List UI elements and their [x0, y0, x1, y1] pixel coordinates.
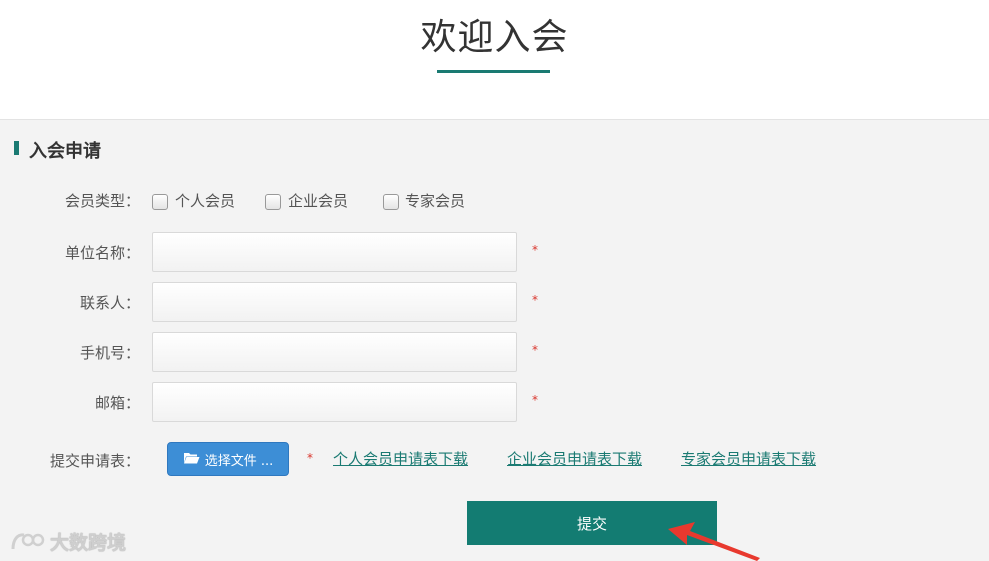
download-expert-form-link[interactable]: 专家会员申请表下载	[681, 448, 816, 469]
page-title: 欢迎入会	[420, 17, 569, 58]
contact-person-label: 联系人：	[79, 294, 140, 312]
choose-file-label: 选择文件 ...	[204, 453, 274, 469]
watermark: 大数跨境	[10, 528, 126, 555]
required-mark: *	[532, 243, 538, 257]
phone-label: 手机号：	[79, 344, 140, 362]
upload-label: 提交申请表：	[49, 452, 140, 470]
required-mark: *	[307, 451, 313, 465]
contact-person-input[interactable]	[152, 282, 517, 322]
section-marker	[14, 141, 19, 155]
required-mark: *	[532, 393, 538, 407]
checkbox-enterprise-member-label[interactable]: 企业会员	[288, 190, 348, 211]
section-title: 入会申请	[29, 141, 101, 162]
checkbox-enterprise-member[interactable]	[265, 194, 281, 210]
checkbox-individual-member[interactable]	[152, 194, 168, 210]
watermark-text: 大数跨境	[50, 532, 127, 554]
checkbox-individual-member-label[interactable]: 个人会员	[175, 190, 235, 211]
required-mark: *	[532, 293, 538, 307]
folder-open-icon	[183, 451, 200, 468]
company-name-input[interactable]	[152, 232, 517, 272]
checkbox-expert-member[interactable]	[383, 194, 399, 210]
email-label: 邮箱：	[94, 394, 140, 412]
title-underline	[437, 70, 550, 73]
download-individual-form-link[interactable]: 个人会员申请表下载	[333, 448, 468, 469]
download-enterprise-form-link[interactable]: 企业会员申请表下载	[507, 448, 642, 469]
email-input[interactable]	[152, 382, 517, 422]
choose-file-button[interactable]: 选择文件 ...	[167, 442, 289, 476]
required-mark: *	[532, 343, 538, 357]
company-name-label: 单位名称：	[64, 244, 140, 262]
red-arrow-icon	[668, 522, 760, 561]
member-type-label: 会员类型：	[64, 192, 140, 210]
watermark-logo-icon	[11, 532, 45, 549]
phone-input[interactable]	[152, 332, 517, 372]
header: 欢迎入会	[0, 0, 989, 120]
checkbox-expert-member-label[interactable]: 专家会员	[405, 190, 465, 211]
